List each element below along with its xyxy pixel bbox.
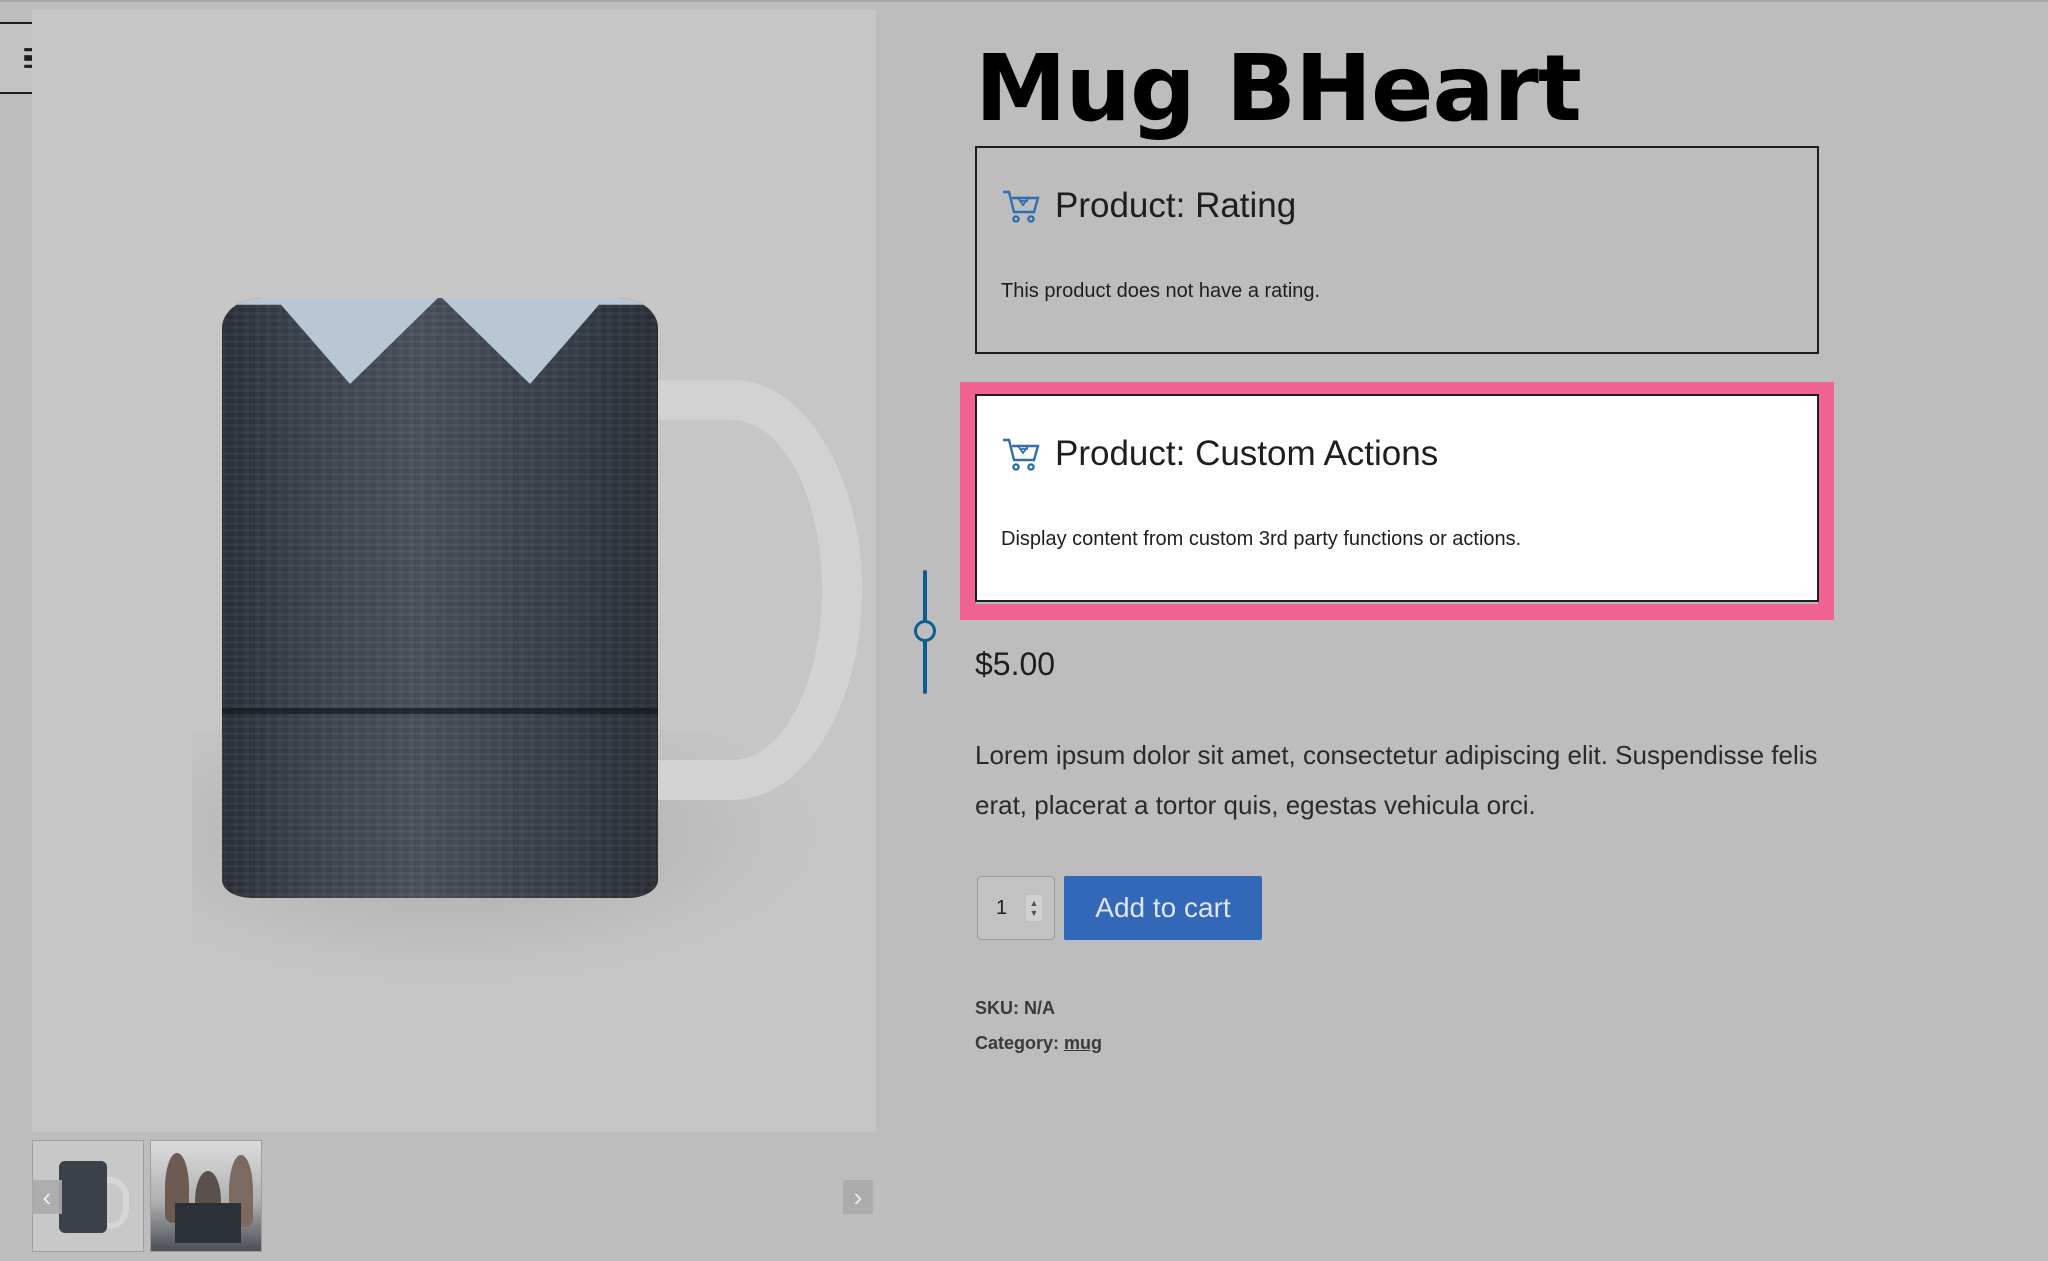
sku-value: N/A bbox=[1024, 998, 1056, 1018]
custom-actions-block-title: Product: Custom Actions bbox=[1055, 434, 1439, 473]
add-to-cart-button[interactable]: Add to cart bbox=[1064, 876, 1262, 940]
cart-icon bbox=[1003, 438, 1040, 471]
quantity-value: 1 bbox=[996, 896, 1008, 919]
gallery-thumbnails bbox=[32, 1140, 262, 1254]
chevron-up-icon: ▲ bbox=[1029, 898, 1039, 908]
gallery-prev-button[interactable]: ‹ bbox=[32, 1180, 62, 1214]
thumbnail-people[interactable] bbox=[150, 1140, 262, 1252]
rating-block-title: Product: Rating bbox=[1055, 186, 1297, 225]
product-sku: SKU: N/A bbox=[975, 998, 1055, 1019]
cart-icon bbox=[1003, 190, 1040, 223]
top-divider bbox=[0, 0, 2048, 2]
chevron-right-icon: › bbox=[853, 1181, 863, 1212]
product-title: Mug BHeart bbox=[975, 35, 1582, 142]
gallery-next-button[interactable]: › bbox=[843, 1180, 873, 1214]
category-link[interactable]: mug bbox=[1064, 1033, 1102, 1053]
product-category: Category: mug bbox=[975, 1033, 1102, 1054]
column-resize-handle[interactable] bbox=[914, 570, 936, 694]
chevron-down-icon: ▼ bbox=[1029, 908, 1039, 918]
category-label: Category: bbox=[975, 1033, 1060, 1053]
quantity-input[interactable]: 1 ▲ ▼ bbox=[977, 876, 1055, 940]
mug-image bbox=[222, 298, 658, 898]
product-rating-block[interactable]: Product: Rating This product does not ha… bbox=[975, 146, 1819, 354]
quantity-stepper[interactable]: ▲ ▼ bbox=[1026, 895, 1042, 921]
custom-actions-block-description: Display content from custom 3rd party fu… bbox=[1001, 528, 1522, 550]
product-gallery-main-image[interactable] bbox=[32, 10, 876, 1132]
product-custom-actions-block[interactable]: Product: Custom Actions Display content … bbox=[975, 394, 1819, 602]
rating-block-description: This product does not have a rating. bbox=[1001, 280, 1321, 302]
product-price: $5.00 bbox=[975, 646, 1056, 682]
sku-label: SKU: bbox=[975, 998, 1019, 1018]
product-short-description: Lorem ipsum dolor sit amet, consectetur … bbox=[975, 740, 1818, 820]
chevron-left-icon: ‹ bbox=[42, 1181, 52, 1212]
